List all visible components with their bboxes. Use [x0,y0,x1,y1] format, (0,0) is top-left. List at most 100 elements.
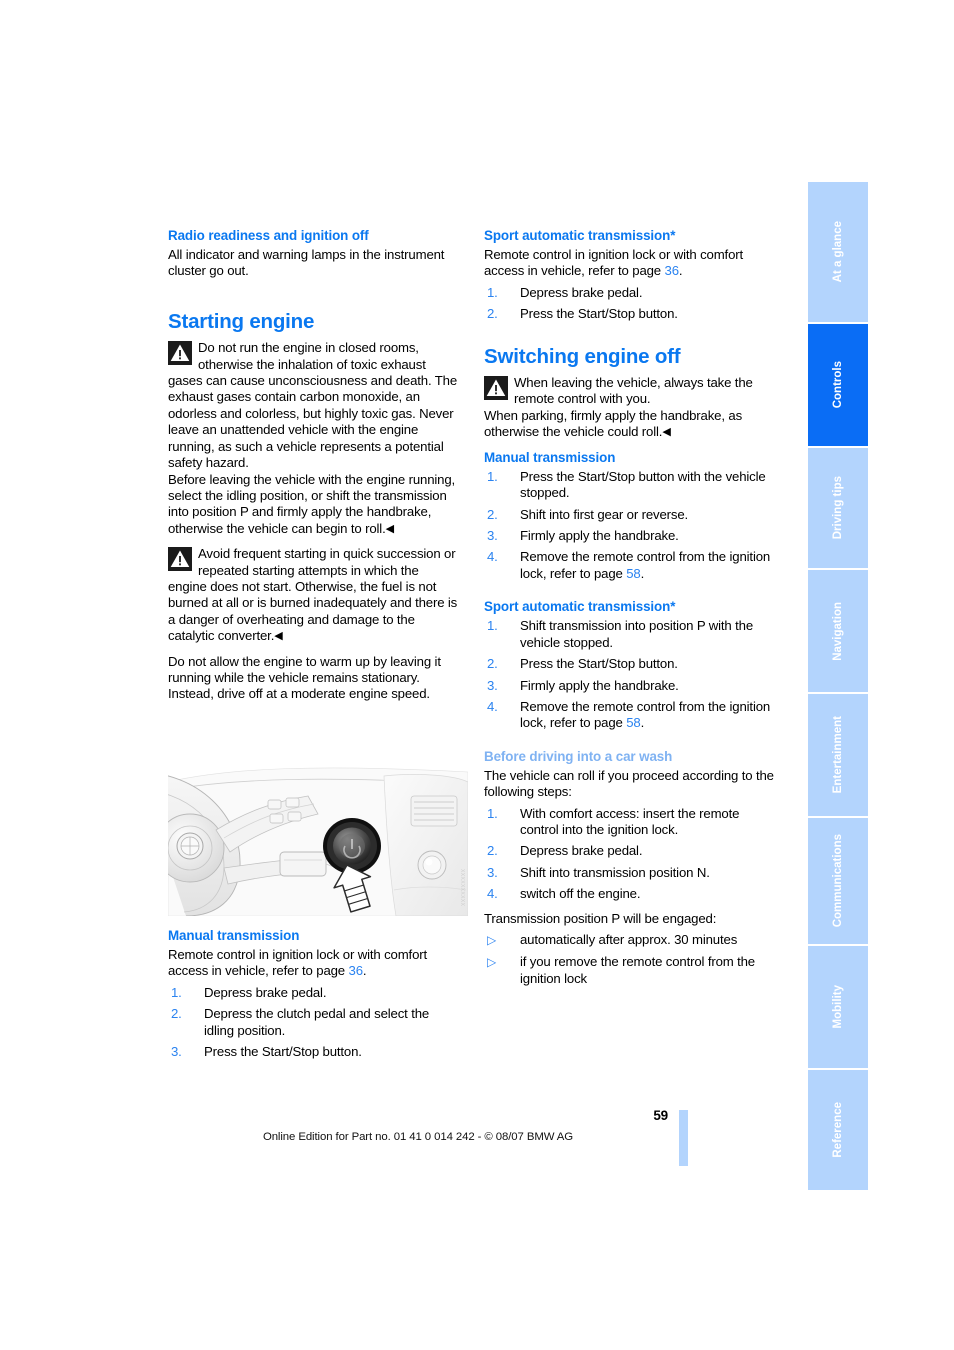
sidebar-tab-mobility[interactable]: Mobility [808,946,868,1068]
bullet-text: if you remove the remote control from th… [520,954,755,986]
warning-text-parking: When parking, firmly apply the handbrake… [484,407,743,440]
sidebar-tab-at-a-glance[interactable]: At a glance [808,182,868,322]
heading-starting-engine: Starting engine [168,309,315,333]
paragraph-car-wash-intro: The vehicle can roll if you proceed acco… [484,767,774,800]
step-text: With comfort access: insert the remote c… [520,805,740,838]
list-item: 4. Remove the remote control from the ign… [484,549,776,582]
warning-triangle-icon [168,341,192,366]
bullet-text: automatically after approx. 30 minutes [520,932,738,948]
sidebar-tab-controls[interactable]: Controls [808,324,868,446]
step-number: 1. [487,468,498,484]
warning-end-marker: ◀ [274,630,283,643]
step-text: switch off the engine. [520,886,641,902]
step-number: 4. [487,549,498,565]
footer-text: Online Edition for Part no. 01 41 0 014 … [262,1131,574,1143]
step-text-b: . [640,565,645,581]
steps-sport-off: 1. Shift transmission into position P wit… [484,618,776,731]
warning-block-leaving-vehicle: When leaving the vehicle, always take th… [484,375,776,441]
steps-car-wash: 1. With comfort access: insert the remote… [484,806,776,903]
triangle-bullet-icon: ▷ [487,955,497,970]
page-reference-link[interactable]: 58 [626,715,641,730]
step-number: 4. [487,698,498,714]
sidebar-tab-reference[interactable]: Reference [808,1070,868,1190]
list-item: 1. With comfort access: insert the remote… [484,806,776,839]
heading-radio-readiness: Radio readiness and ignition off [168,228,369,243]
step-number: 3. [171,1044,182,1060]
bullets-car-wash: ▷ automatically after approx. 30 minutes … [484,932,776,987]
figure-watermark: XXXXXXXXXX [459,868,465,906]
list-item: 2. Shift into first gear or reverse. [484,507,776,523]
tab-label: Driving tips [832,476,844,540]
warning-triangle-icon [168,547,192,572]
page-number: 59 [653,1108,668,1123]
step-text: Depress brake pedal. [204,984,327,1000]
paragraph-manual-start-intro: Remote control in ignition lock or with … [168,947,460,980]
sidebar-tab-communications[interactable]: Communications [808,818,868,944]
list-item: 2. Press the Start/Stop button. [484,656,776,672]
page-reference-link[interactable]: 58 [626,566,641,581]
tab-label: Controls [832,361,844,409]
manual-page: Radio readiness and ignition off All ind… [0,0,954,1350]
steps-manual-start: 1. Depress brake pedal. 2. Depress the clu… [168,985,460,1061]
step-text: Shift into transmission position N. [520,864,710,880]
warning-text-before-leaving: Before leaving the vehicle with the engi… [168,471,456,536]
warning-triangle-icon [484,376,508,401]
heading-sport-automatic-start: Sport automatic transmission* [484,228,676,243]
page-reference-link[interactable]: 36 [349,963,364,978]
step-number: 2. [487,506,498,522]
paragraph-car-wash-outro: Transmission position P will be engaged: [484,910,717,926]
list-item: 3. Firmly apply the handbrake. [484,678,776,694]
tab-label: Communications [832,834,844,928]
figure-start-stop-button: XXXXXXXXXX [168,760,468,916]
left-column: Radio readiness and ignition off All ind… [168,228,460,711]
step-number: 1. [487,618,498,634]
steps-manual-off: 1. Press the Start/Stop button with the v… [484,469,776,582]
sidebar-tab-navigation[interactable]: Navigation [808,570,868,692]
page-reference-link[interactable]: 36 [665,263,680,278]
step-text: Depress the clutch pedal and select the … [204,1006,430,1038]
warning-end-marker: ◀ [662,426,671,439]
step-text: Shift transmission into position P with … [520,618,753,650]
list-item: 2. Press the Start/Stop button. [484,306,776,322]
warning-text-closed-rooms: Do not run the engine in closed rooms, o… [168,340,458,471]
list-item: 2. Depress brake pedal. [484,843,776,859]
steps-sport-start: 1. Depress brake pedal. 2. Press the Start… [484,285,776,323]
tab-label: Mobility [832,985,844,1029]
step-text-a: Remove the remote control from the ignit… [520,549,771,581]
step-text: Press the Start/Stop button with the veh… [520,468,766,501]
paragraph-sport-start-intro: Remote control in ignition lock or with … [484,247,776,280]
step-text: Shift into first gear or reverse. [520,506,689,522]
list-item: 1. Shift transmission into position P wit… [484,618,776,651]
sidebar-tab-driving-tips[interactable]: Driving tips [808,448,868,568]
warning-block-closed-rooms: Do not run the engine in closed rooms, o… [168,340,460,537]
step-text: Press the Start/Stop button. [204,1044,362,1060]
triangle-bullet-icon: ▷ [487,933,497,948]
step-number: 4. [487,886,498,902]
intro-text-b: . [362,963,367,979]
steering-wheel-illustration [168,760,468,916]
list-item: 4. Remove the remote control from the ign… [484,699,776,732]
footer-accent-bar [679,1110,688,1166]
step-number: 2. [487,656,498,672]
intro-text-a: Remote control in ignition lock or with … [484,247,744,279]
warning-text-take-remote: When leaving the vehicle, always take th… [514,375,753,407]
list-item: 1. Press the Start/Stop button with the v… [484,469,776,502]
list-item: 1. Depress brake pedal. [168,985,460,1001]
list-item: 3. Shift into transmission position N. [484,865,776,881]
list-item: 3. Firmly apply the handbrake. [484,528,776,544]
intro-text-b: . [678,263,683,279]
heading-switching-engine-off: Switching engine off [484,344,681,368]
right-column: Sport automatic transmission* Remote con… [484,228,776,995]
step-number: 1. [487,805,498,821]
step-text: Firmly apply the handbrake. [520,677,679,693]
section-tabs-sidebar: At a glance Controls Driving tips Naviga… [808,182,868,1192]
list-item: 3. Press the Start/Stop button. [168,1044,460,1060]
step-text: Press the Start/Stop button. [520,306,678,322]
step-text-b: . [640,715,645,731]
left-column-lower: Manual transmission Remote control in ig… [168,928,460,1069]
tab-label: Reference [832,1102,844,1158]
sidebar-tab-entertainment[interactable]: Entertainment [808,694,868,816]
